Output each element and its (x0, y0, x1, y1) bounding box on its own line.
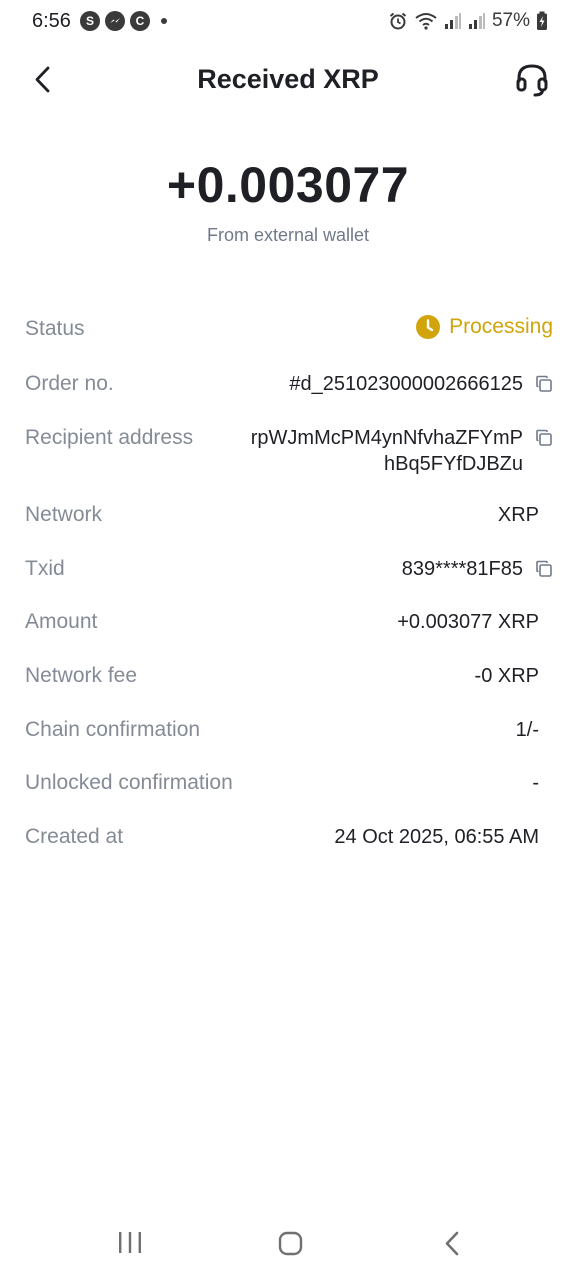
alarm-icon (389, 12, 407, 30)
app-c-icon: C (130, 11, 150, 31)
signal-2-icon (468, 13, 485, 29)
status-value: Processing (449, 315, 553, 338)
battery-percent: 57% (491, 10, 530, 31)
wifi-icon (415, 13, 437, 30)
clock-icon (416, 315, 441, 339)
recipient-address-line-1: rpWJmMcPM4ynNfvhaZFYmP (250, 427, 523, 449)
detail-row-network: Network XRP (25, 493, 553, 547)
amount-value: +0.003077 XRP (397, 611, 539, 633)
signal-icon (444, 13, 461, 29)
recipient-address-value-wrap: rpWJmMcPM4ynNfvhaZFYmP hBq5FYfDJBZu (251, 425, 553, 477)
system-back-button[interactable] (440, 1230, 466, 1263)
recent-apps-icon (119, 1232, 141, 1253)
app-s-icon: S (80, 11, 100, 31)
order-no-value-wrap: #d_251023000002666125 (289, 371, 553, 397)
detail-row-created-at: Created at 24 Oct 2025, 06:55 AM (25, 817, 553, 871)
recipient-address-line-2: hBq5FYfDJBZu (384, 453, 523, 475)
recent-apps-button[interactable] (116, 1230, 144, 1261)
detail-row-txid: Txid 839****81F85 (25, 547, 553, 601)
network-fee-value: -0 XRP (474, 665, 539, 687)
amount-label: Amount (25, 610, 98, 633)
received-source: From external wallet (206, 225, 370, 245)
received-amount: +0.003077 (166, 157, 410, 213)
app-header: Received XRP (0, 52, 576, 108)
network-fee-label: Network fee (25, 664, 138, 687)
home-icon (278, 1231, 303, 1256)
network-label: Network (25, 503, 103, 526)
detail-row-network-fee: Network fee -0 XRP (25, 655, 553, 709)
more-notifications-dot-icon (161, 18, 167, 24)
created-at-label: Created at (25, 825, 124, 848)
headset-icon (516, 64, 548, 97)
status-time: 6:56 (32, 10, 71, 32)
copy-txid-icon[interactable] (535, 560, 553, 578)
order-no-value: #d_251023000002666125 (289, 373, 523, 395)
system-navigation-bar (0, 1214, 576, 1274)
detail-row-chain-confirmation: Chain confirmation 1/- (25, 709, 553, 763)
detail-row-status: Status Processing (25, 304, 553, 357)
page-title: Received XRP (197, 64, 379, 94)
unlocked-confirmation-label: Unlocked confirmation (25, 771, 233, 794)
home-button[interactable] (277, 1230, 305, 1263)
status-bar: 6:56 S C 57% (0, 0, 576, 44)
copy-recipient-address-icon[interactable] (535, 429, 553, 447)
created-at-value: 24 Oct 2025, 06:55 AM (334, 826, 539, 848)
order-no-label: Order no. (25, 372, 114, 395)
status-label: Status (25, 317, 85, 340)
back-arrow-icon (445, 1231, 459, 1256)
customer-support-button[interactable] (514, 62, 550, 98)
txid-value: 839****81F85 (401, 558, 523, 580)
system-icons: 57% (388, 10, 548, 32)
txid-value-wrap: 839****81F85 (402, 556, 553, 582)
detail-row-amount: Amount +0.003077 XRP (25, 601, 553, 655)
recipient-address-value: rpWJmMcPM4ynNfvhaZFYmP hBq5FYfDJBZu (251, 425, 523, 477)
recipient-address-label: Recipient address (25, 426, 194, 449)
chain-confirmation-value: 1/- (515, 719, 539, 741)
messenger-icon (105, 11, 125, 31)
network-value: XRP (497, 504, 539, 526)
notification-icons: S C (80, 11, 167, 31)
copy-order-no-icon[interactable] (535, 375, 553, 393)
detail-row-recipient-address: Recipient address rpWJmMcPM4ynNfvhaZFYmP… (25, 411, 553, 493)
detail-row-order-no: Order no. #d_251023000002666125 (25, 357, 553, 411)
battery-charging-icon (537, 11, 547, 30)
detail-row-unlocked-confirmation: Unlocked confirmation - (25, 763, 553, 817)
transaction-details: Status Processing Order no. #d_251023000… (25, 304, 553, 871)
chain-confirmation-label: Chain confirmation (25, 718, 201, 741)
txid-label: Txid (25, 557, 65, 580)
unlocked-confirmation-value: - (532, 772, 539, 794)
status-badge: Processing (416, 315, 553, 339)
